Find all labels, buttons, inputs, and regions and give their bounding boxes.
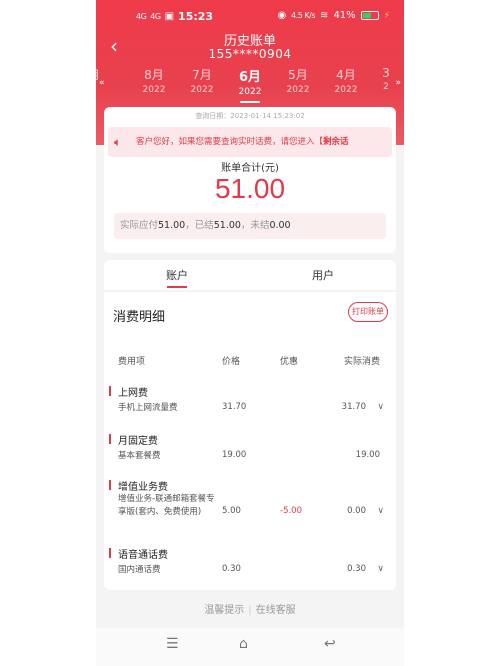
net-speed: 4.5 K/s <box>291 11 316 20</box>
month-item[interactable]: 8月 2022 <box>134 66 174 95</box>
bill-summary-card: 查询日期：2023-01-14 15:23:02 🔈︎ 客户您好，如果您需要查询… <box>104 107 396 253</box>
menu-icon[interactable]: ☰ <box>166 636 179 652</box>
footer-links: 温馨提示 | 在线客服 <box>204 605 296 616</box>
section-title: 月固定费 <box>109 432 158 447</box>
payment-status: 实际应付51.00，已结51.00，未结0.00 <box>114 213 386 239</box>
notice-link[interactable]: 剩余话 <box>323 137 349 147</box>
chevron-down-icon[interactable]: ∨ <box>377 506 384 516</box>
online-service-link[interactable]: 在线客服 <box>256 605 296 616</box>
notice-banner[interactable]: 🔈︎ 客户您好，如果您需要查询实时话费，请您进入【剩余话 <box>108 127 392 157</box>
bill-total-amount: 51.00 <box>214 173 286 204</box>
print-bill-button[interactable]: 打印账单 <box>348 302 388 322</box>
month-item[interactable]: 7月 2022 <box>182 66 222 95</box>
signal-2: 4G <box>150 12 161 21</box>
speaker-icon: 🔈︎ <box>114 135 122 149</box>
system-nav-bar: ☰ ⌂ ↩ <box>96 628 404 666</box>
query-date: 查询日期：2023-01-14 15:23:02 <box>195 112 305 120</box>
phone-screen: 4G 4G ▣ 15:23 ◉ 4.5 K/s ≋ 41% ⚡ ‹ 历史账单 1… <box>96 0 404 666</box>
home-icon[interactable]: ⌂ <box>239 636 248 652</box>
tab-bar: 账户 用户 <box>104 260 396 290</box>
battery-icon <box>360 11 379 20</box>
hotspot-icon: ◉ <box>277 10 287 21</box>
phone-number: 155****0904 <box>208 47 292 61</box>
tab-user[interactable]: 用户 <box>250 267 396 283</box>
clock: 15:23 <box>178 10 214 23</box>
bill-total-label: 账单合计(元) <box>221 163 279 174</box>
consumption-detail-card: 消费明细 打印账单 费用项 价格 优惠 实际消费 上网费 手机上网流量费 31.… <box>104 292 396 590</box>
back-nav-icon[interactable]: ↩ <box>324 636 336 652</box>
month-next-icon[interactable]: » <box>395 78 401 88</box>
month-item[interactable]: 4月 2022 <box>326 66 366 95</box>
tab-account[interactable]: 账户 <box>104 267 250 288</box>
status-bar: 4G 4G ▣ 15:23 ◉ 4.5 K/s ≋ 41% ⚡ <box>96 8 404 26</box>
notice-text: 客户您好，如果您需要查询实时话费，请您进入【剩余话 <box>136 137 349 147</box>
month-selector: 月2 8月2022 7月2022 6月2022 5月2022 4月2022 32 <box>96 66 404 106</box>
tips-link[interactable]: 温馨提示 <box>204 605 244 616</box>
month-item[interactable]: 5月 2022 <box>278 66 318 95</box>
section-title: 上网费 <box>109 384 148 399</box>
section-title: 增值业务费 <box>109 478 168 493</box>
battery-percent: 41% <box>333 10 356 21</box>
chevron-down-icon[interactable]: ∨ <box>377 402 384 412</box>
charging-icon: ⚡ <box>383 10 390 21</box>
section-title: 语音通话费 <box>109 546 168 561</box>
month-item-active[interactable]: 6月 2022 <box>230 66 270 103</box>
media-icon: ▣ <box>164 11 175 22</box>
chevron-down-icon[interactable]: ∨ <box>377 564 384 574</box>
signal-1: 4G <box>136 12 147 21</box>
wifi-icon: ≋ <box>320 10 329 21</box>
detail-title: 消费明细 <box>113 310 166 325</box>
month-item[interactable]: 月2 <box>96 66 114 95</box>
